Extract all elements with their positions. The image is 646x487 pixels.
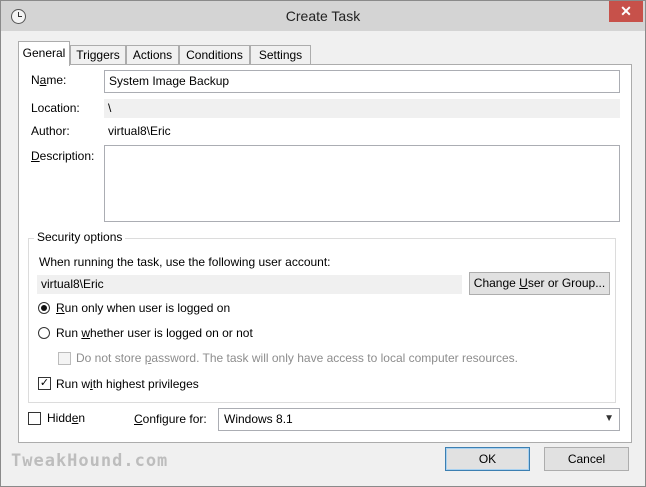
chevron-down-icon: ▼ (604, 413, 614, 424)
watermark: TweakHound.com (11, 451, 169, 471)
dialog-client: General Triggers Actions Conditions Sett… (8, 31, 638, 479)
ok-button[interactable]: OK (445, 447, 530, 471)
tab-conditions[interactable]: Conditions (179, 45, 250, 65)
highest-privileges-label[interactable]: Run with highest privileges (56, 377, 199, 391)
author-label: Author: (31, 124, 70, 138)
user-account-value: virtual8\Eric (37, 275, 462, 294)
radio-run-logged-on-label[interactable]: Run only when user is logged on (56, 301, 230, 315)
title-bar[interactable]: Create Task ✕ (1, 1, 645, 31)
location-value: \ (104, 99, 620, 118)
create-task-window: Create Task ✕ General Triggers Actions C… (0, 0, 646, 487)
change-user-button[interactable]: Change User or Group... (469, 272, 610, 295)
do-not-store-password-label: Do not store password. The task will onl… (76, 351, 518, 365)
account-prompt: When running the task, use the following… (39, 255, 331, 269)
highest-privileges-checkbox[interactable]: ✓ (38, 377, 51, 390)
window-title: Create Task (285, 8, 361, 24)
description-label: Description: (31, 149, 95, 163)
configure-for-label: Configure for: (134, 412, 207, 426)
location-label: Location: (31, 101, 80, 115)
cancel-button[interactable]: Cancel (544, 447, 629, 471)
radio-run-whether-logged-on[interactable] (38, 327, 50, 339)
do-not-store-password-checkbox[interactable] (58, 352, 71, 365)
author-value: virtual8\Eric (108, 124, 171, 138)
name-input[interactable]: System Image Backup (104, 70, 620, 93)
close-button[interactable]: ✕ (609, 1, 643, 22)
general-panel: Name: System Image Backup Location: \ Au… (18, 64, 632, 443)
name-label: Name: (31, 73, 67, 87)
radio-run-logged-on[interactable] (38, 302, 50, 314)
tab-general[interactable]: General (18, 41, 70, 66)
hidden-label[interactable]: Hidden (47, 411, 85, 425)
tab-triggers[interactable]: Triggers (70, 45, 126, 65)
configure-for-value: Windows 8.1 (224, 412, 293, 426)
radio-run-whether-label[interactable]: Run whether user is logged on or not (56, 326, 253, 340)
hidden-checkbox[interactable] (28, 412, 41, 425)
tab-settings[interactable]: Settings (250, 45, 311, 65)
description-input[interactable] (104, 145, 620, 222)
configure-for-select[interactable]: Windows 8.1 ▼ (218, 408, 620, 431)
security-group-title: Security options (34, 230, 126, 244)
tab-actions[interactable]: Actions (126, 45, 179, 65)
